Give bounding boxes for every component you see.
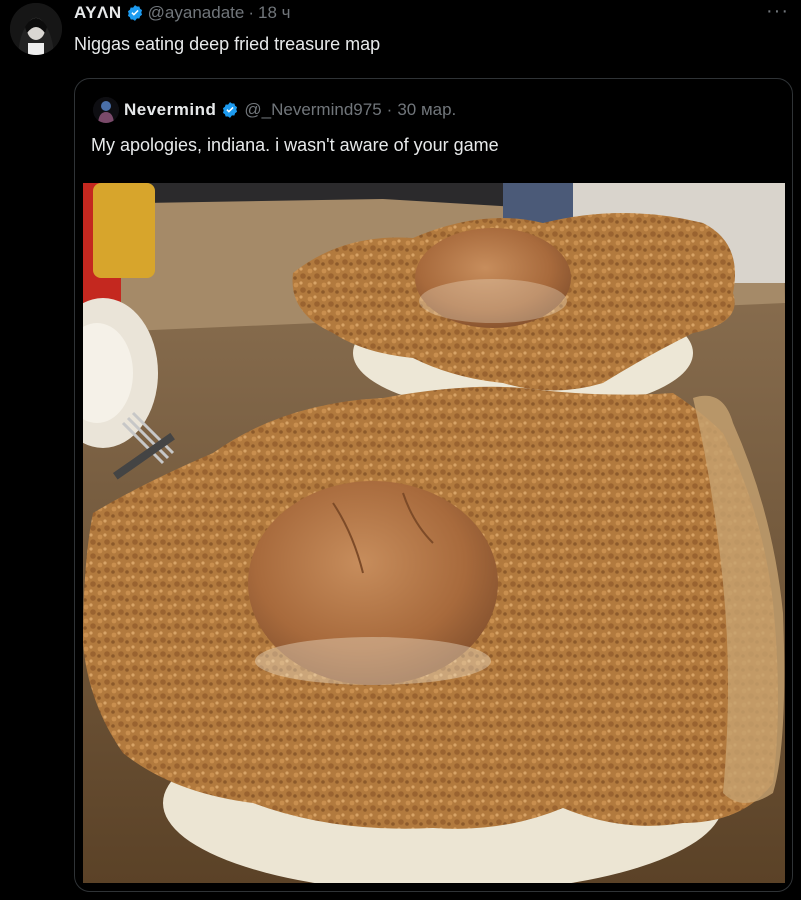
- quoted-handle[interactable]: @_Nevermind975: [244, 100, 381, 120]
- separator: ·: [248, 3, 255, 22]
- display-name[interactable]: AYΛN: [74, 3, 122, 23]
- tweet-header: AYΛN @ayanadate · 18 ч: [74, 3, 291, 23]
- more-options-icon[interactable]: ···: [766, 0, 789, 23]
- quoted-tweet[interactable]: Nevermind @_Nevermind975 · 30 мар. My ap…: [74, 78, 793, 892]
- quoted-avatar: [93, 97, 119, 123]
- verified-badge-icon: [221, 101, 239, 119]
- quoted-timestamp[interactable]: 30 мар.: [397, 100, 456, 120]
- quoted-tweet-text: My apologies, indiana. i wasn't aware of…: [91, 135, 499, 155]
- tweet-photo[interactable]: [83, 183, 785, 883]
- verified-badge-icon: [126, 4, 144, 22]
- separator: ·: [386, 100, 393, 119]
- tweet-text: Niggas eating deep fried treasure map: [74, 34, 381, 54]
- quoted-display-name[interactable]: Nevermind: [124, 100, 216, 120]
- avatar[interactable]: [10, 3, 62, 55]
- timestamp[interactable]: 18 ч: [258, 3, 291, 23]
- handle[interactable]: @ayanadate: [148, 3, 245, 23]
- quoted-tweet-header: Nevermind @_Nevermind975 · 30 мар.: [93, 97, 456, 123]
